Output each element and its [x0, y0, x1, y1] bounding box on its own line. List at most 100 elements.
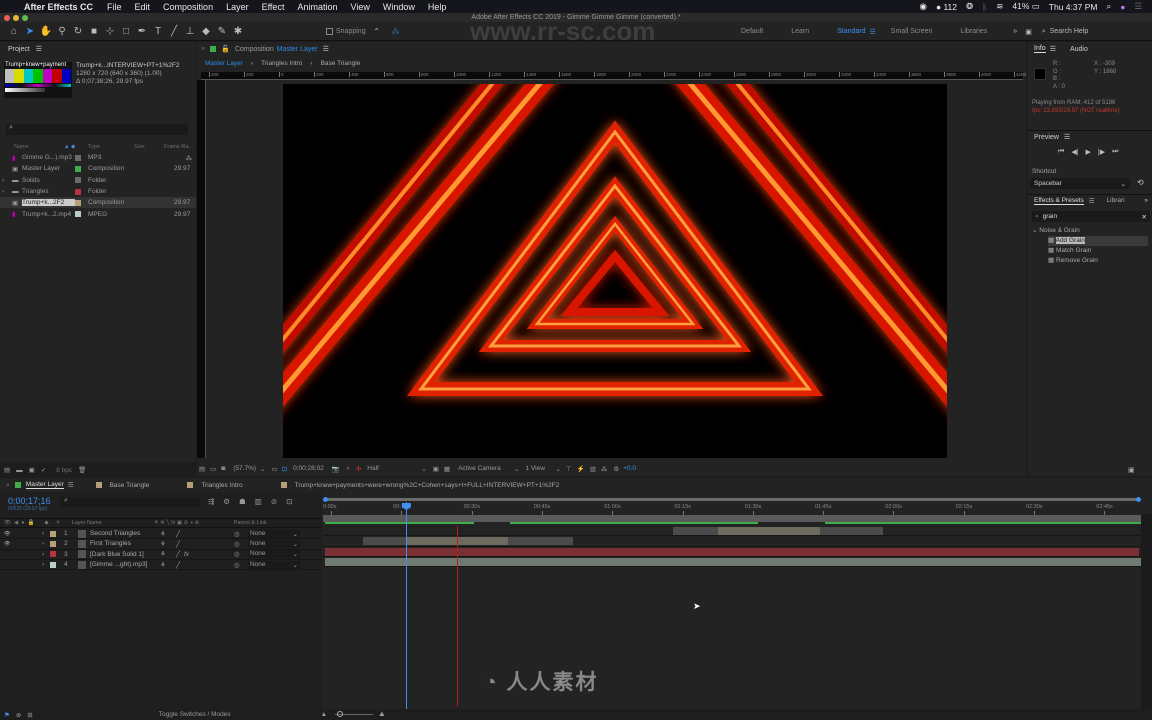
- roto-brush-tool-icon[interactable]: ✎: [214, 26, 230, 37]
- column-frame-rate[interactable]: Frame Ra...: [164, 144, 193, 150]
- transparency-grid-icon[interactable]: ▦: [444, 465, 450, 473]
- column-type[interactable]: Type: [88, 144, 134, 150]
- project-search-input[interactable]: ⌕: [6, 124, 188, 135]
- solo-toggle-icon[interactable]: ●: [21, 520, 24, 526]
- next-frame-icon[interactable]: |▶: [1098, 148, 1105, 156]
- quality-switch-icon[interactable]: ╱: [176, 561, 184, 569]
- project-item-selected[interactable]: ▣ Trump+k...2F2 Composition 29.97: [0, 197, 196, 209]
- selection-tool-icon[interactable]: ➤: [22, 26, 38, 37]
- bluetooth-icon[interactable]: ᛒ: [982, 2, 987, 12]
- wifi-icon[interactable]: ≋: [996, 1, 1003, 12]
- panel-menu-icon[interactable]: ☰: [1050, 45, 1056, 53]
- magnification-dropdown[interactable]: (57.7%): [233, 465, 256, 472]
- first-frame-icon[interactable]: ⏮: [1058, 148, 1064, 156]
- parent-dropdown[interactable]: None ⌄: [248, 560, 300, 569]
- quality-switch-icon[interactable]: ╱: [176, 530, 184, 538]
- pickwhip-icon[interactable]: ◎: [234, 550, 248, 558]
- type-tool-icon[interactable]: T: [150, 26, 166, 37]
- layer-search-input[interactable]: ⌕: [60, 497, 200, 507]
- last-frame-icon[interactable]: ⏭: [1112, 148, 1118, 156]
- in-out-icon[interactable]: ⊞: [27, 711, 32, 719]
- effects-search-input[interactable]: ⌕ grain ✕: [1032, 211, 1150, 222]
- label-color[interactable]: [50, 540, 56, 547]
- label-color[interactable]: [75, 165, 81, 172]
- menu-window[interactable]: Window: [383, 2, 415, 12]
- shy-switch-icon[interactable]: ⚘: [160, 530, 176, 538]
- minimize-window-button[interactable]: [13, 15, 19, 21]
- project-item[interactable]: ▮ Trump+k...2.mp4 MPEG 29.97: [0, 208, 196, 219]
- layer-duration-bar[interactable]: [325, 547, 1139, 556]
- tab-effects-presets[interactable]: Effects & Presets: [1034, 197, 1084, 205]
- effect-item-match-grain[interactable]: ▩ Match Grain: [1048, 246, 1148, 256]
- visibility-toggle-icon[interactable]: 👁: [4, 541, 42, 547]
- layer-name[interactable]: [Gimme ...ght).mp3]: [90, 561, 160, 568]
- brush-tool-icon[interactable]: ╱: [166, 26, 182, 37]
- layer-duration-bar[interactable]: [325, 557, 1141, 566]
- layer-name[interactable]: [Dark Blue Solid 1]: [90, 551, 160, 558]
- home-icon[interactable]: ⌂: [6, 26, 22, 37]
- pen-tool-icon[interactable]: ✒: [134, 26, 150, 37]
- snap-edges-icon[interactable]: ⌃: [369, 27, 385, 36]
- label-color[interactable]: [50, 530, 56, 537]
- search-help-input[interactable]: Search Help: [1050, 28, 1089, 35]
- close-panel-icon[interactable]: ×: [201, 46, 205, 53]
- menu-layer[interactable]: Layer: [226, 2, 249, 12]
- resolution-dropdown[interactable]: Half: [367, 465, 421, 472]
- reset-icon[interactable]: ⟲: [1137, 178, 1144, 187]
- current-time[interactable]: 0;00;17;16: [8, 496, 51, 506]
- notification-icon[interactable]: ● 112: [936, 2, 957, 12]
- trash-icon[interactable]: 🗑: [78, 466, 86, 474]
- workspace-small-screen[interactable]: Small Screen: [891, 28, 933, 35]
- panel-menu-icon[interactable]: ☰: [1089, 197, 1095, 205]
- workspace-learn[interactable]: Learn: [791, 28, 809, 35]
- chevron-down-icon[interactable]: ⌄: [421, 465, 426, 473]
- playhead[interactable]: [406, 502, 407, 712]
- work-area-start-handle[interactable]: [323, 497, 328, 502]
- play-icon[interactable]: ▶: [1086, 148, 1091, 156]
- layer-switches-icon[interactable]: ⚑: [4, 711, 10, 719]
- label-color[interactable]: [50, 561, 56, 568]
- notification-center-icon[interactable]: ☰: [1134, 1, 1142, 12]
- column-name[interactable]: Name: [14, 144, 64, 150]
- panel-menu-icon[interactable]: ☰: [1064, 133, 1070, 141]
- frame-blending-icon[interactable]: ▥: [255, 497, 262, 506]
- zoom-tool-icon[interactable]: ⚲: [54, 26, 70, 37]
- label-color[interactable]: [75, 211, 81, 218]
- new-composition-icon[interactable]: ▣: [29, 466, 35, 474]
- chevron-down-icon[interactable]: ⌄: [260, 465, 265, 473]
- pickwhip-icon[interactable]: ◎: [234, 530, 248, 538]
- category-noise-grain[interactable]: ⌄ Noise & Grain: [1032, 226, 1148, 236]
- breadcrumb-base-triangle[interactable]: Base Triangle: [321, 60, 361, 67]
- time-ruler[interactable]: 0:00s 00:15s 00:30s 00:45s 01:00s 01:15s 01:30…: [323, 503, 1141, 515]
- layer-row[interactable]: › 4 [Gimme ...ght).mp3] ⚘ ╱ ◎ None ⌄: [0, 560, 322, 571]
- audio-toggle-icon[interactable]: ◀: [14, 520, 18, 526]
- workspace-standard[interactable]: Standard: [837, 28, 865, 35]
- previous-frame-icon[interactable]: ◀|: [1071, 148, 1078, 156]
- shortcut-dropdown[interactable]: Spacebar ⌄: [1030, 178, 1130, 189]
- channel-icon[interactable]: ✣: [356, 465, 361, 473]
- lock-toggle-icon[interactable]: 🔒: [28, 520, 35, 526]
- effect-item-add-grain[interactable]: ▩ Add Grain: [1048, 236, 1148, 246]
- video-toggle-icon[interactable]: 👁: [4, 520, 11, 526]
- expand-chevron-icon[interactable]: ›: [42, 561, 50, 568]
- interpret-footage-icon[interactable]: ▤: [4, 466, 10, 474]
- effects-switch[interactable]: fx: [184, 551, 234, 558]
- close-window-button[interactable]: [4, 15, 10, 21]
- effect-item-remove-grain[interactable]: ▩ Remove Grain: [1048, 256, 1148, 266]
- label-column-icon[interactable]: ◆: [44, 520, 48, 526]
- layer-row[interactable]: 👁 › 2 First Triangles ⚘ ╱ ◎ None ⌄: [0, 539, 322, 550]
- panel-menu-icon[interactable]: ☰: [323, 45, 329, 53]
- creative-cloud-icon[interactable]: ❂: [966, 1, 973, 12]
- mask-visibility-icon[interactable]: ⊡: [282, 465, 287, 473]
- menu-effect[interactable]: Effect: [262, 2, 285, 12]
- menu-file[interactable]: File: [107, 2, 122, 12]
- work-area-end-handle[interactable]: [1136, 497, 1141, 502]
- graph-editor-icon[interactable]: ⊡: [286, 497, 292, 506]
- new-folder-icon[interactable]: ▬: [16, 467, 23, 474]
- new-preset-icon[interactable]: ▣: [1128, 466, 1135, 474]
- timeline-vertical-scrollbar[interactable]: [1141, 514, 1152, 714]
- flowchart-icon[interactable]: ⁂: [601, 465, 608, 473]
- selected-item-name[interactable]: Trump+k...INTERVIEW+PT+1%2F2: [76, 62, 180, 70]
- region-of-interest-icon[interactable]: ▣: [433, 465, 439, 473]
- always-preview-icon[interactable]: ▤: [199, 465, 205, 473]
